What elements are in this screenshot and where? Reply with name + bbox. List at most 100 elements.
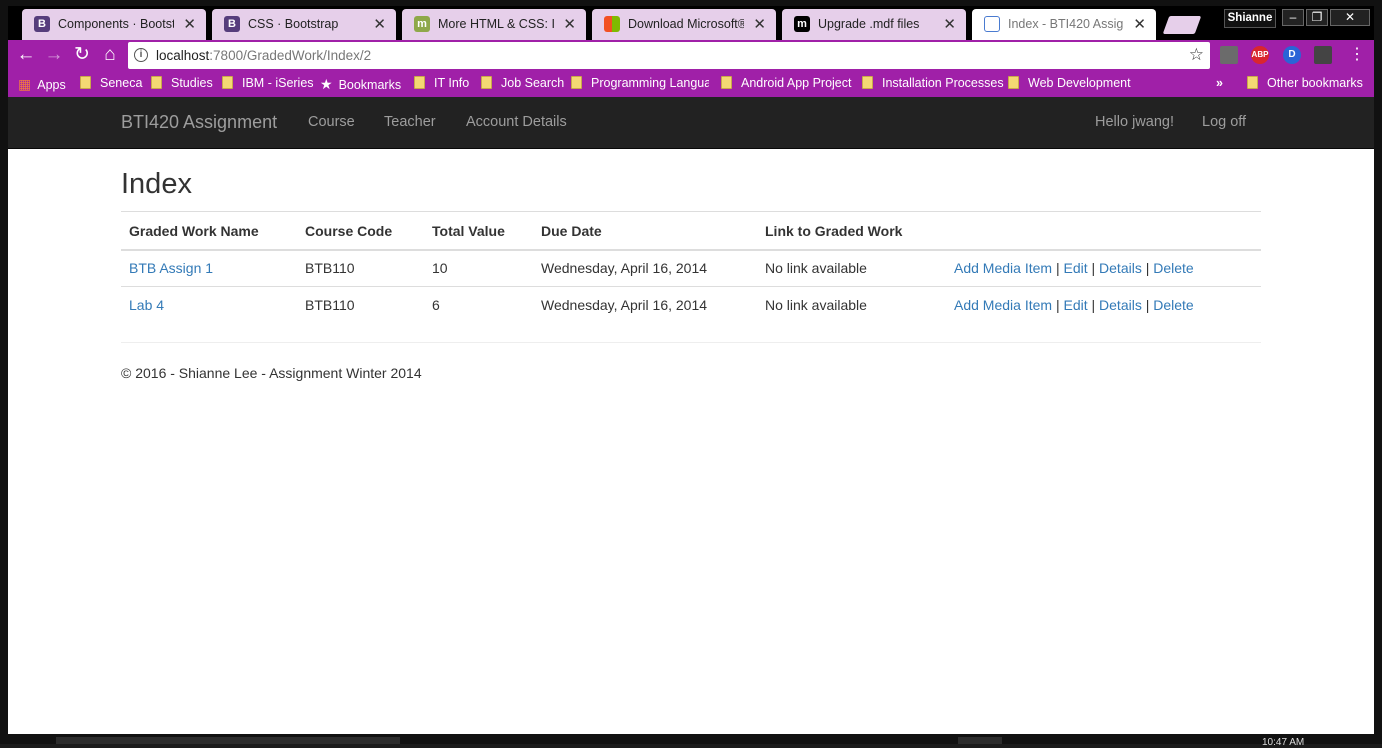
table-header-row: Graded Work Name Course Code Total Value…	[121, 211, 1261, 251]
graded-work-name-link[interactable]: BTB Assign 1	[129, 260, 213, 276]
add-media-item-link[interactable]: Add Media Item	[954, 297, 1052, 313]
reload-icon[interactable]: ↻	[70, 44, 94, 68]
delete-link[interactable]: Delete	[1153, 260, 1193, 276]
page-title: Index	[121, 168, 192, 200]
menu-kebab-icon[interactable]: ⋮	[1345, 44, 1369, 68]
details-link[interactable]: Details	[1099, 297, 1142, 313]
bookmark-installation-processes[interactable]: Installation Processes	[862, 76, 1004, 94]
bookmark-job-search[interactable]: Job Search	[481, 76, 564, 94]
tab-title: Components · Bootstrap	[58, 17, 174, 31]
tab-css-bootstrap[interactable]: B CSS · Bootstrap ✕	[212, 9, 396, 40]
bookmark-web-development[interactable]: Web Development	[1008, 76, 1131, 94]
graded-work-name-cell: Lab 4	[121, 286, 297, 324]
extension-icon[interactable]	[1220, 46, 1238, 64]
bookmark-seneca[interactable]: Seneca	[80, 76, 142, 94]
folder-icon	[151, 76, 162, 89]
footer-text: © 2016 - Shianne Lee - Assignment Winter…	[121, 365, 422, 381]
nav-link-logoff[interactable]: Log off	[1202, 114, 1246, 130]
folder-icon	[414, 76, 425, 89]
close-tab-icon[interactable]: ✕	[183, 15, 196, 33]
folder-icon	[80, 76, 91, 89]
tab-title: CSS · Bootstrap	[248, 17, 339, 31]
column-header	[946, 211, 1261, 251]
profile-button[interactable]: Shianne	[1224, 9, 1276, 28]
close-tab-icon[interactable]: ✕	[373, 15, 386, 33]
bookmark-other-bookmarks[interactable]: Other bookmarks	[1247, 76, 1363, 94]
close-tab-icon[interactable]: ✕	[753, 15, 766, 33]
bootstrap-favicon-icon: B	[34, 16, 50, 32]
separator: |	[1055, 297, 1060, 314]
forward-arrow-icon[interactable]: →	[42, 44, 66, 68]
dashlane-icon[interactable]: D	[1283, 46, 1301, 64]
folder-icon	[481, 76, 492, 89]
course-code-cell: BTB110	[297, 249, 424, 287]
bookmark-apps[interactable]: ▦ Apps	[18, 76, 66, 94]
folder-icon	[222, 76, 233, 89]
film-icon[interactable]	[1314, 46, 1332, 64]
browser-window: B Components · Bootstrap ✕ B CSS · Boots…	[0, 0, 1382, 748]
bookmark-it-info[interactable]: IT Info	[414, 76, 469, 94]
nav-link-greeting[interactable]: Hello jwang!	[1095, 114, 1174, 130]
graded-work-name-link[interactable]: Lab 4	[129, 297, 164, 313]
adblock-icon[interactable]: ABP	[1251, 46, 1269, 64]
footer-divider	[121, 342, 1261, 343]
edit-link[interactable]: Edit	[1063, 260, 1087, 276]
bookmark-android-app-project[interactable]: Android App Project	[721, 76, 852, 94]
tab-title: More HTML & CSS: Imag	[438, 17, 554, 31]
home-icon[interactable]: ⌂	[98, 44, 122, 68]
separator: |	[1145, 297, 1150, 314]
separator: |	[1091, 297, 1096, 314]
nav-link-account-details[interactable]: Account Details	[466, 114, 567, 130]
url-text[interactable]: localhost:7800/GradedWork/Index/2	[156, 48, 371, 63]
close-window-icon[interactable]: ✕	[1330, 9, 1370, 26]
apps-grid-icon: ▦	[18, 76, 32, 92]
link-cell: No link available	[757, 286, 946, 324]
column-header: Graded Work Name	[121, 211, 297, 251]
total-value-cell: 10	[424, 249, 533, 287]
close-tab-icon[interactable]: ✕	[943, 15, 956, 33]
separator: |	[1145, 260, 1150, 277]
table-row: BTB Assign 1 BTB110 10 Wednesday, April …	[121, 249, 1261, 287]
bookmarks-bar: ▦ Apps Seneca Studies IBM - iSeries ★ Book…	[8, 71, 1374, 97]
tab-download-microsoft[interactable]: Download Microsoft® S ✕	[592, 9, 776, 40]
taskbar-item[interactable]	[958, 737, 1002, 744]
delete-link[interactable]: Delete	[1153, 297, 1193, 313]
column-header: Course Code	[297, 211, 424, 251]
column-header: Total Value	[424, 211, 533, 251]
address-bar[interactable]: i localhost:7800/GradedWork/Index/2 ☆	[128, 42, 1210, 69]
bookmark-ibm-iseries[interactable]: IBM - iSeries	[222, 76, 314, 94]
table-row: Lab 4 BTB110 6 Wednesday, April 16, 2014…	[121, 286, 1261, 324]
bookmark-bookmarks[interactable]: ★ Bookmarks	[320, 76, 401, 94]
m-favicon-icon: m	[794, 16, 810, 32]
brand-link[interactable]: BTI420 Assignment	[121, 112, 277, 133]
graded-work-name-cell: BTB Assign 1	[121, 249, 297, 287]
tab-components-bootstrap[interactable]: B Components · Bootstrap ✕	[22, 9, 206, 40]
details-link[interactable]: Details	[1099, 260, 1142, 276]
taskbar-clock: 10:47 AM	[1262, 737, 1305, 748]
separator: |	[1055, 260, 1060, 277]
taskbar-item[interactable]	[56, 737, 400, 744]
m-favicon-icon: m	[414, 16, 430, 32]
tab-upgrade-mdf[interactable]: m Upgrade .mdf files ✕	[782, 9, 966, 40]
add-media-item-link[interactable]: Add Media Item	[954, 260, 1052, 276]
back-arrow-icon[interactable]: ←	[14, 44, 38, 68]
tab-title: Upgrade .mdf files	[818, 17, 920, 31]
close-tab-icon[interactable]: ✕	[1133, 15, 1146, 33]
actions-cell: Add Media Item | Edit | Details | Delete	[946, 286, 1261, 324]
new-tab-button[interactable]	[1162, 16, 1202, 34]
tab-index-bti420[interactable]: Index - BTI420 Assignme ✕	[972, 9, 1156, 40]
minimize-icon[interactable]: –	[1282, 9, 1304, 26]
info-icon[interactable]: i	[134, 48, 148, 62]
page-viewport: BTI420 Assignment Course Teacher Account…	[8, 97, 1374, 734]
nav-link-teacher[interactable]: Teacher	[384, 114, 436, 130]
nav-link-course[interactable]: Course	[308, 114, 355, 130]
folder-icon	[862, 76, 873, 89]
tab-more-html-css[interactable]: m More HTML & CSS: Imag ✕	[402, 9, 586, 40]
bookmark-studies[interactable]: Studies	[151, 76, 213, 94]
bookmark-programming-languages[interactable]: Programming Langua	[571, 76, 709, 94]
edit-link[interactable]: Edit	[1063, 297, 1087, 313]
more-bookmarks-chevron-icon[interactable]: »	[1216, 76, 1223, 94]
bookmark-star-icon[interactable]: ☆	[1189, 45, 1204, 65]
restore-icon[interactable]: ❐	[1306, 9, 1328, 26]
close-tab-icon[interactable]: ✕	[563, 15, 576, 33]
